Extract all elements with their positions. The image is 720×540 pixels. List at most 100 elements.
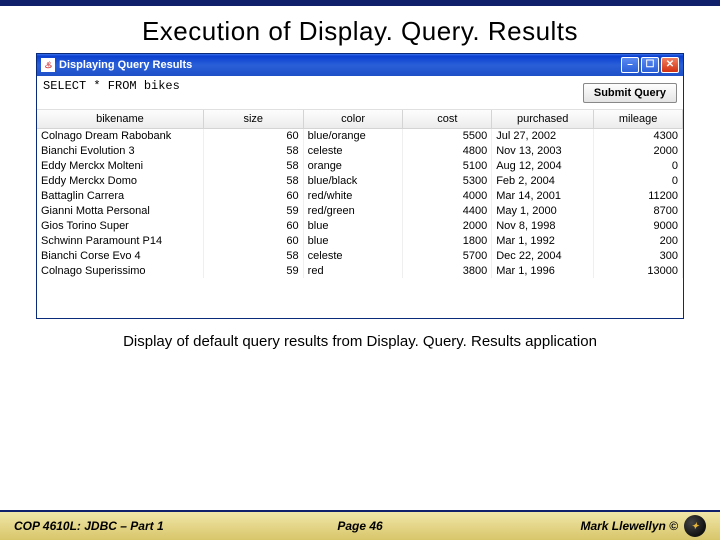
- cell-cost: 5500: [403, 128, 492, 143]
- window-title: Displaying Query Results: [59, 59, 192, 71]
- cell-purchased: Mar 1, 1992: [492, 233, 594, 248]
- maximize-button[interactable]: ☐: [641, 57, 659, 73]
- cell-cost: 2000: [403, 218, 492, 233]
- close-icon: ✕: [666, 60, 674, 70]
- col-header-bikename[interactable]: bikename: [37, 110, 203, 128]
- query-input[interactable]: SELECT * FROM bikes: [37, 76, 577, 109]
- cell-color: blue/black: [303, 173, 403, 188]
- table-row[interactable]: Bianchi Corse Evo 458celeste5700Dec 22, …: [37, 248, 683, 263]
- cell-bikename: Gios Torino Super: [37, 218, 203, 233]
- cell-size: 60: [203, 218, 303, 233]
- minimize-icon: –: [627, 60, 633, 70]
- query-area: SELECT * FROM bikes Submit Query: [37, 76, 683, 110]
- cell-mileage: 4300: [594, 128, 683, 143]
- cell-color: blue: [303, 233, 403, 248]
- cell-bikename: Bianchi Evolution 3: [37, 143, 203, 158]
- cell-purchased: Mar 1, 1996: [492, 263, 594, 278]
- cell-bikename: Battaglin Carrera: [37, 188, 203, 203]
- cell-size: 60: [203, 233, 303, 248]
- ucf-logo-icon: ✦: [684, 515, 706, 537]
- footer-author: Mark Llewellyn ©: [580, 519, 678, 533]
- minimize-button[interactable]: –: [621, 57, 639, 73]
- cell-color: red: [303, 263, 403, 278]
- cell-mileage: 300: [594, 248, 683, 263]
- table-row[interactable]: Bianchi Evolution 358celeste4800Nov 13, …: [37, 143, 683, 158]
- table-row[interactable]: Colnago Superissimo59red3800Mar 1, 19961…: [37, 263, 683, 278]
- cell-purchased: Nov 13, 2003: [492, 143, 594, 158]
- cell-mileage: 0: [594, 158, 683, 173]
- slide-caption: Display of default query results from Di…: [0, 333, 720, 350]
- cell-purchased: Nov 8, 1998: [492, 218, 594, 233]
- cell-size: 58: [203, 158, 303, 173]
- cell-color: celeste: [303, 248, 403, 263]
- cell-size: 58: [203, 173, 303, 188]
- cell-color: red/white: [303, 188, 403, 203]
- cell-color: celeste: [303, 143, 403, 158]
- cell-mileage: 9000: [594, 218, 683, 233]
- table-row[interactable]: Colnago Dream Rabobank60blue/orange5500J…: [37, 128, 683, 143]
- maximize-icon: ☐: [646, 60, 655, 70]
- cell-mileage: 11200: [594, 188, 683, 203]
- cell-bikename: Bianchi Corse Evo 4: [37, 248, 203, 263]
- cell-cost: 5700: [403, 248, 492, 263]
- table-row[interactable]: Gianni Motta Personal59red/green4400May …: [37, 203, 683, 218]
- cell-cost: 4000: [403, 188, 492, 203]
- footer-page: Page 46: [337, 519, 382, 533]
- table-row[interactable]: Eddy Merckx Domo58blue/black5300Feb 2, 2…: [37, 173, 683, 188]
- cell-size: 59: [203, 203, 303, 218]
- cell-purchased: May 1, 2000: [492, 203, 594, 218]
- slide-top-border: [0, 0, 720, 6]
- footer-course: COP 4610L: JDBC – Part 1: [14, 519, 164, 533]
- results-table: bikename size color cost purchased milea…: [37, 110, 683, 278]
- cell-mileage: 2000: [594, 143, 683, 158]
- footer-bar: COP 4610L: JDBC – Part 1 Page 46 Mark Ll…: [0, 512, 720, 540]
- cell-cost: 5300: [403, 173, 492, 188]
- app-window: ♨ Displaying Query Results – ☐ ✕ SELECT …: [36, 53, 684, 319]
- table-row[interactable]: Schwinn Paramount P1460blue1800Mar 1, 19…: [37, 233, 683, 248]
- col-header-mileage[interactable]: mileage: [594, 110, 683, 128]
- cell-mileage: 0: [594, 173, 683, 188]
- submit-query-button[interactable]: Submit Query: [583, 83, 677, 103]
- cell-bikename: Colnago Superissimo: [37, 263, 203, 278]
- cell-bikename: Eddy Merckx Molteni: [37, 158, 203, 173]
- cell-purchased: Aug 12, 2004: [492, 158, 594, 173]
- cell-cost: 1800: [403, 233, 492, 248]
- cell-color: orange: [303, 158, 403, 173]
- cell-bikename: Eddy Merckx Domo: [37, 173, 203, 188]
- cell-cost: 4800: [403, 143, 492, 158]
- col-header-color[interactable]: color: [303, 110, 403, 128]
- cell-mileage: 13000: [594, 263, 683, 278]
- cell-mileage: 8700: [594, 203, 683, 218]
- cell-cost: 3800: [403, 263, 492, 278]
- col-header-purchased[interactable]: purchased: [492, 110, 594, 128]
- slide-footer: COP 4610L: JDBC – Part 1 Page 46 Mark Ll…: [0, 510, 720, 540]
- titlebar: ♨ Displaying Query Results – ☐ ✕: [37, 54, 683, 76]
- cell-color: blue: [303, 218, 403, 233]
- cell-cost: 4400: [403, 203, 492, 218]
- cell-bikename: Colnago Dream Rabobank: [37, 128, 203, 143]
- cell-purchased: Dec 22, 2004: [492, 248, 594, 263]
- cell-size: 60: [203, 188, 303, 203]
- table-row[interactable]: Gios Torino Super60blue2000Nov 8, 199890…: [37, 218, 683, 233]
- cell-color: blue/orange: [303, 128, 403, 143]
- cell-size: 58: [203, 248, 303, 263]
- col-header-size[interactable]: size: [203, 110, 303, 128]
- cell-bikename: Gianni Motta Personal: [37, 203, 203, 218]
- table-row[interactable]: Battaglin Carrera60red/white4000Mar 14, …: [37, 188, 683, 203]
- cell-size: 60: [203, 128, 303, 143]
- window-buttons: – ☐ ✕: [621, 57, 679, 73]
- cell-color: red/green: [303, 203, 403, 218]
- table-header-row: bikename size color cost purchased milea…: [37, 110, 683, 128]
- cell-size: 58: [203, 143, 303, 158]
- slide-title: Execution of Display. Query. Results: [0, 16, 720, 47]
- cell-mileage: 200: [594, 233, 683, 248]
- cell-cost: 5100: [403, 158, 492, 173]
- cell-purchased: Jul 27, 2002: [492, 128, 594, 143]
- col-header-cost[interactable]: cost: [403, 110, 492, 128]
- cell-purchased: Mar 14, 2001: [492, 188, 594, 203]
- close-button[interactable]: ✕: [661, 57, 679, 73]
- cell-purchased: Feb 2, 2004: [492, 173, 594, 188]
- table-empty-space: [37, 278, 683, 318]
- table-row[interactable]: Eddy Merckx Molteni58orange5100Aug 12, 2…: [37, 158, 683, 173]
- cell-bikename: Schwinn Paramount P14: [37, 233, 203, 248]
